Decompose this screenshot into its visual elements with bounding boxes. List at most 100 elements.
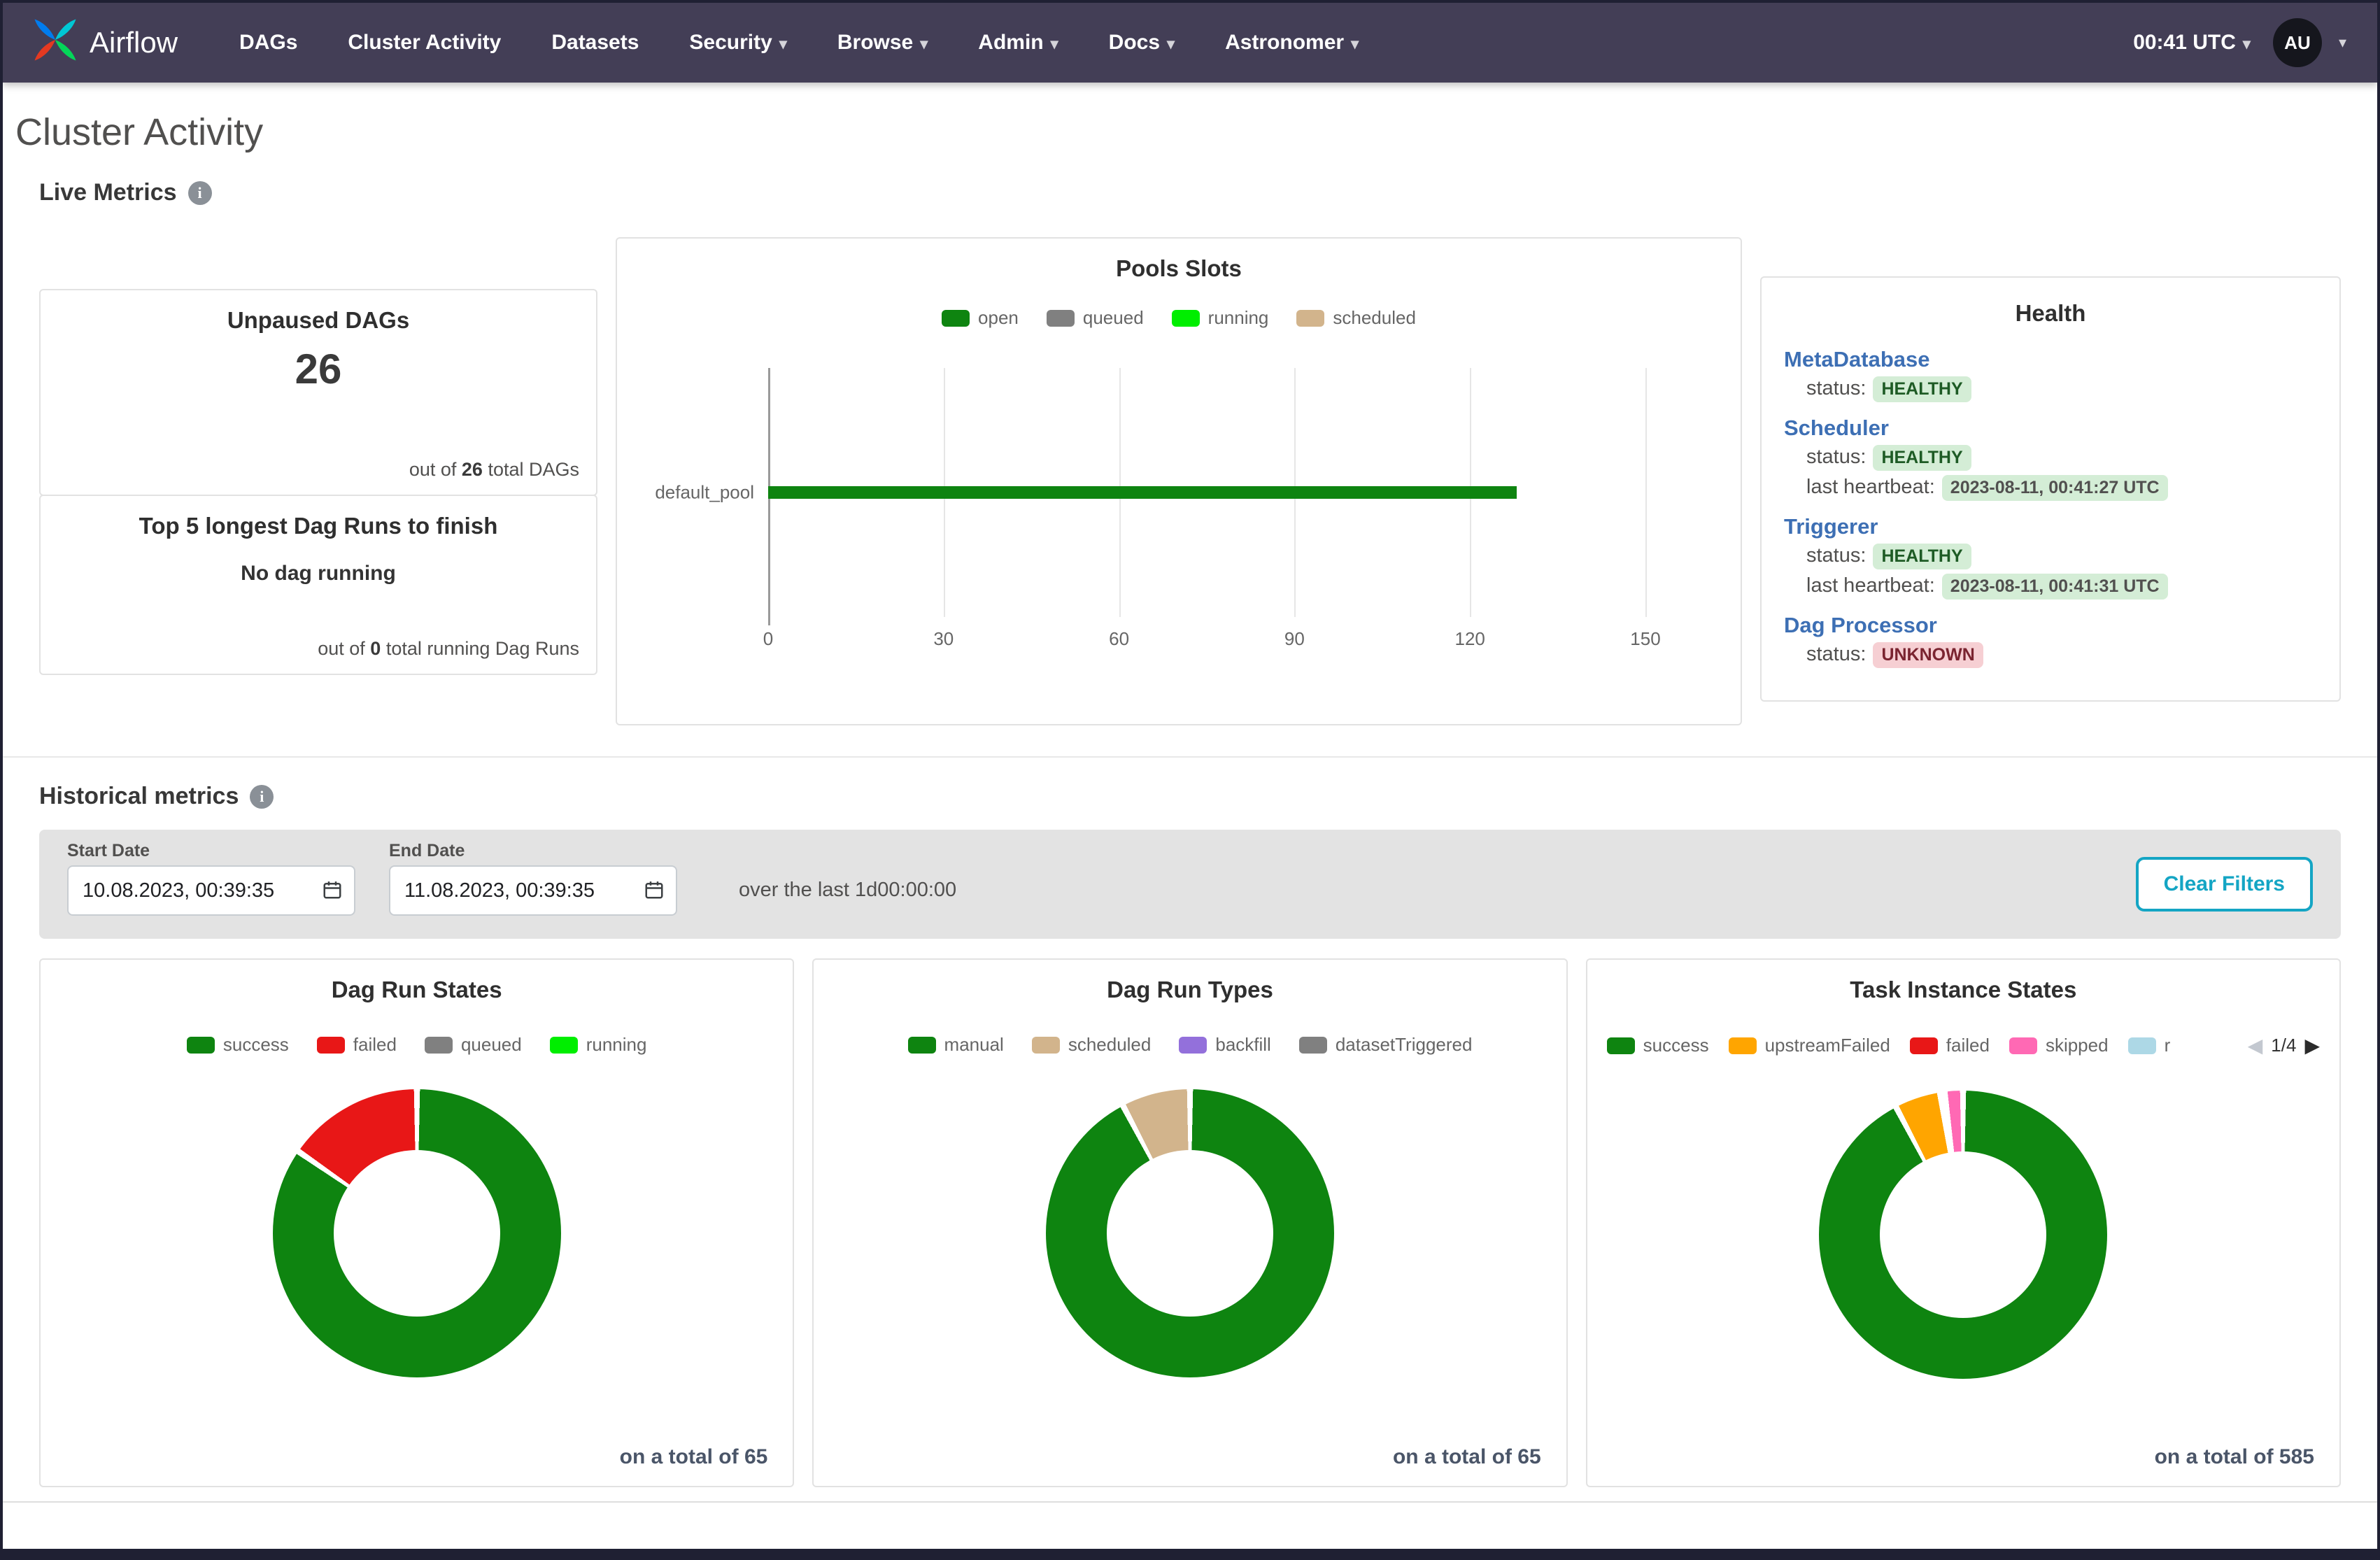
legend-swatch bbox=[2128, 1037, 2156, 1054]
legend-item[interactable]: running bbox=[1172, 307, 1269, 329]
longest-dag-runs-card: Top 5 longest Dag Runs to finish No dag … bbox=[39, 495, 597, 675]
legend-item[interactable]: queued bbox=[1047, 307, 1144, 329]
legend-item[interactable]: upstreamFailed bbox=[1729, 1035, 1890, 1056]
info-icon[interactable]: i bbox=[188, 181, 212, 205]
chevron-down-icon: ▾ bbox=[1351, 35, 1359, 52]
donut-chart[interactable] bbox=[1046, 1089, 1334, 1377]
legend-label: open bbox=[978, 307, 1019, 329]
chart-legend: manual scheduled backfill datasetTriggered bbox=[830, 1034, 1549, 1056]
end-date-group: End Date bbox=[389, 841, 677, 916]
legend-item[interactable]: failed bbox=[317, 1034, 397, 1056]
legend-item[interactable]: failed bbox=[1910, 1035, 1990, 1056]
section-divider bbox=[3, 756, 2377, 758]
nav-items: DAGs Cluster Activity Datasets Security▾ Bro… bbox=[239, 31, 1359, 55]
status-badge: HEALTHY bbox=[1873, 376, 1971, 402]
nav-item-astronomer[interactable]: Astronomer▾ bbox=[1225, 31, 1359, 55]
legend-swatch bbox=[1299, 1037, 1327, 1054]
chart-total: on a total of 585 bbox=[2155, 1445, 2314, 1469]
legend-item[interactable]: queued bbox=[425, 1034, 522, 1056]
page-title: Cluster Activity bbox=[15, 111, 2377, 154]
pool-bar[interactable] bbox=[768, 486, 1517, 499]
legend-item[interactable]: success bbox=[1607, 1035, 1709, 1056]
nav-item-security[interactable]: Security▾ bbox=[689, 31, 786, 55]
nav-item-cluster-activity[interactable]: Cluster Activity bbox=[348, 31, 501, 55]
axis-tick-label: 90 bbox=[1284, 628, 1305, 650]
user-menu[interactable]: AU ▾ bbox=[2273, 18, 2346, 67]
date-filter-bar: Start Date End Date bbox=[39, 830, 2341, 939]
total-prefix: out of bbox=[409, 459, 457, 480]
axis-row-label: default_pool bbox=[655, 482, 754, 504]
legend-item[interactable]: scheduled bbox=[1032, 1034, 1152, 1056]
time-range-text: over the last 1d00:00:00 bbox=[739, 879, 956, 902]
nav-item-datasets[interactable]: Datasets bbox=[551, 31, 639, 55]
health-status-row: status:UNKNOWN bbox=[1806, 642, 2317, 668]
legend-swatch bbox=[317, 1037, 345, 1054]
brand-name: Airflow bbox=[90, 26, 178, 59]
axis-tick-label: 0 bbox=[763, 628, 773, 650]
health-component-link[interactable]: Scheduler bbox=[1784, 416, 1889, 440]
health-component-link[interactable]: MetaDatabase bbox=[1784, 347, 1929, 371]
heartbeat-label: last heartbeat: bbox=[1806, 476, 1935, 498]
legend-label: failed bbox=[353, 1034, 397, 1056]
health-component-link[interactable]: Triggerer bbox=[1784, 514, 1878, 539]
legend-item[interactable]: datasetTriggered bbox=[1299, 1034, 1473, 1056]
calendar-icon[interactable] bbox=[322, 879, 343, 906]
legend-label: failed bbox=[1946, 1035, 1990, 1056]
live-metrics-heading-label: Live Metrics bbox=[39, 179, 177, 206]
legend-swatch bbox=[1296, 310, 1324, 327]
health-status-row: status: HEALTHY bbox=[1806, 544, 2317, 569]
chevron-down-icon: ▾ bbox=[1167, 35, 1175, 52]
longest-dag-runs-title: Top 5 longest Dag Runs to finish bbox=[57, 513, 579, 539]
health-status-label: status: bbox=[1806, 544, 1866, 567]
legend-swatch bbox=[2009, 1037, 2037, 1054]
unpaused-dags-count: 26 bbox=[57, 345, 579, 393]
donut-chart[interactable] bbox=[273, 1089, 561, 1377]
legend-item[interactable]: open bbox=[942, 307, 1019, 329]
timezone-selector[interactable]: 00:41 UTC▾ bbox=[2133, 31, 2251, 55]
info-icon[interactable]: i bbox=[250, 785, 274, 809]
donut-hole bbox=[1107, 1150, 1273, 1317]
nav-item-docs[interactable]: Docs▾ bbox=[1109, 31, 1175, 55]
pools-y-axis-labels: default_pool bbox=[634, 368, 768, 617]
historical-metrics-heading-label: Historical metrics bbox=[39, 783, 239, 810]
pools-x-axis: 0306090120150 bbox=[768, 617, 1645, 651]
legend-label: queued bbox=[1083, 307, 1144, 329]
no-dag-running-message: No dag running bbox=[57, 562, 579, 586]
donut-chart[interactable] bbox=[1819, 1091, 2107, 1379]
start-date-input[interactable] bbox=[67, 865, 355, 916]
health-component-link[interactable]: Dag Processor bbox=[1784, 613, 1937, 637]
end-date-label: End Date bbox=[389, 841, 677, 861]
paginator-prev-icon[interactable]: ◀ bbox=[2248, 1034, 2263, 1057]
airflow-window: Airflow DAGs Cluster Activity Datasets Secu… bbox=[0, 0, 2380, 1560]
legend-item[interactable]: scheduled bbox=[1296, 307, 1416, 329]
health-component: MetaDatabasestatus:HEALTHY bbox=[1784, 346, 2317, 402]
nav-item-admin[interactable]: Admin▾ bbox=[978, 31, 1058, 55]
airflow-logo-icon bbox=[34, 18, 77, 67]
legend-label: backfill bbox=[1215, 1034, 1270, 1056]
nav-item-dags[interactable]: DAGs bbox=[239, 31, 297, 55]
legend-swatch bbox=[1910, 1037, 1938, 1054]
live-metrics-grid: Unpaused DAGs 26 out of 26 total DAGs To… bbox=[39, 237, 2341, 725]
legend-swatch bbox=[1172, 310, 1200, 327]
paginator-page-label: 1/4 bbox=[2271, 1035, 2296, 1056]
gridline bbox=[1645, 368, 1647, 617]
paginator-next-icon[interactable]: ▶ bbox=[2304, 1034, 2320, 1057]
calendar-icon[interactable] bbox=[644, 879, 665, 906]
status-badge: HEALTHY bbox=[1873, 544, 1971, 569]
legend-label: running bbox=[586, 1034, 647, 1056]
end-date-input[interactable] bbox=[389, 865, 677, 916]
nav-item-browse[interactable]: Browse▾ bbox=[837, 31, 928, 55]
legend-label: running bbox=[1208, 307, 1269, 329]
legend-item[interactable]: manual bbox=[908, 1034, 1004, 1056]
airflow-brand[interactable]: Airflow bbox=[34, 18, 178, 67]
legend-item[interactable]: skipped bbox=[2009, 1035, 2109, 1056]
legend-item[interactable]: running bbox=[550, 1034, 647, 1056]
legend-item[interactable]: backfill bbox=[1179, 1034, 1270, 1056]
clear-filters-button[interactable]: Clear Filters bbox=[2136, 857, 2313, 912]
legend-item[interactable]: success bbox=[187, 1034, 289, 1056]
legend-label: success bbox=[1643, 1035, 1709, 1056]
legend-item[interactable]: r bbox=[2128, 1035, 2171, 1056]
historical-metrics-heading: Historical metrics i bbox=[39, 783, 2341, 810]
chart-card: Task Instance StatessuccessupstreamFaile… bbox=[1586, 958, 2341, 1487]
legend-label: scheduled bbox=[1333, 307, 1416, 329]
